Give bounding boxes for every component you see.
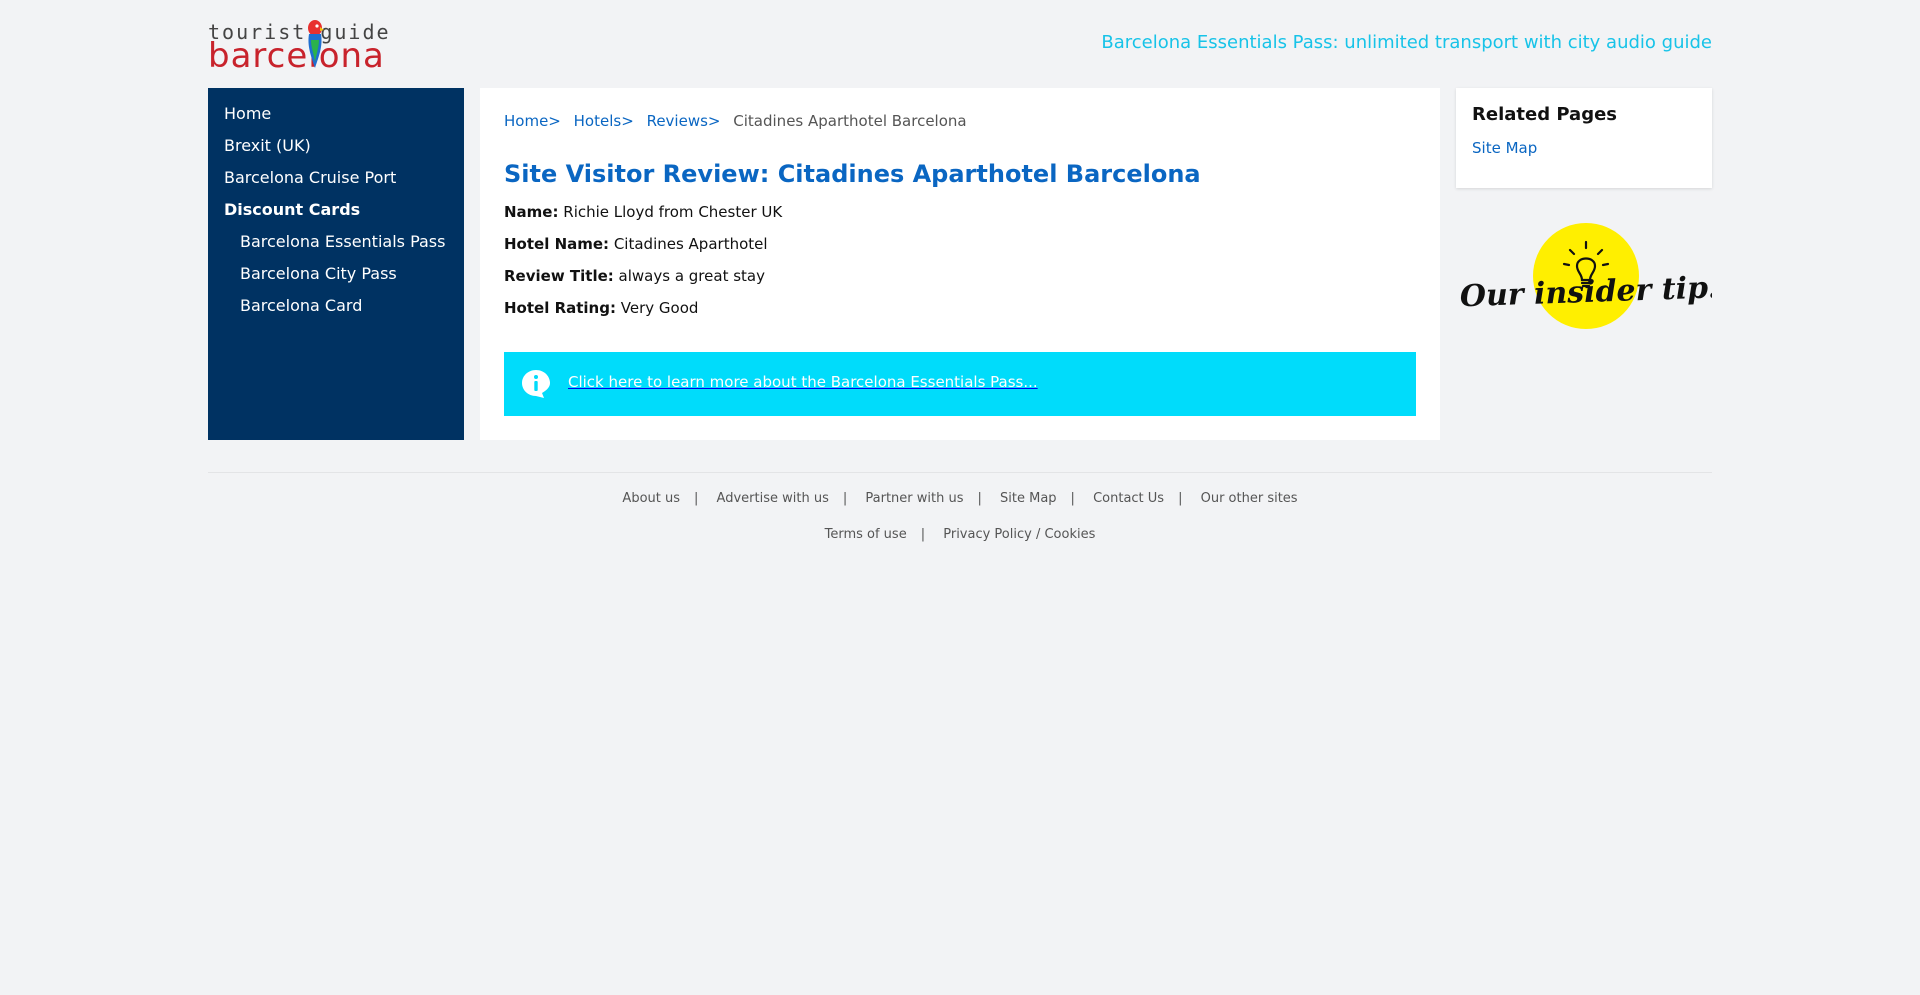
footer-privacy[interactable]: Privacy Policy / Cookies (943, 527, 1095, 542)
breadcrumb: Home> Hotels> Reviews> Citadines Apartho… (504, 112, 1416, 132)
site-header: tourist guide barcelona Barcelona Essent… (208, 16, 1712, 76)
breadcrumb-separator: > (621, 112, 634, 130)
info-icon (522, 370, 550, 398)
footer-other-sites[interactable]: Our other sites (1201, 491, 1298, 506)
sidebar-item-discount-cards[interactable]: Discount Cards (208, 200, 464, 232)
footer-site-map[interactable]: Site Map (1000, 491, 1057, 506)
footer-divider (208, 472, 1712, 473)
footer-links-secondary: Terms of use | Privacy Policy / Cookies (0, 527, 1920, 542)
sidebar-item-barcelona-card[interactable]: Barcelona Card (208, 296, 464, 328)
footer-links-primary: About us | Advertise with us | Partner wit… (0, 491, 1920, 506)
field-label: Review Title: (504, 267, 614, 285)
essentials-pass-promo-link[interactable]: Barcelona Essentials Pass: unlimited tra… (1101, 32, 1712, 53)
breadcrumb-reviews[interactable]: Reviews (647, 112, 708, 130)
sidebar-nav: Home Brexit (UK) Barcelona Cruise Port D… (208, 88, 464, 440)
review-field-name: Name: Richie Lloyd from Chester UK (504, 202, 1416, 234)
review-field-hotel-name: Hotel Name: Citadines Aparthotel (504, 234, 1416, 266)
sidebar-item-brexit[interactable]: Brexit (UK) (208, 136, 464, 168)
breadcrumb-separator: > (707, 112, 721, 130)
related-pages-title: Related Pages (1472, 104, 1618, 125)
footer-separator: | (1070, 491, 1075, 506)
footer-partner[interactable]: Partner with us (865, 491, 963, 506)
breadcrumb-separator: > (548, 112, 561, 130)
footer-separator: | (977, 491, 982, 506)
footer-separator: | (1178, 491, 1183, 506)
field-value: Citadines Aparthotel (613, 235, 768, 253)
related-pages-card: Related Pages Site Map (1456, 88, 1712, 188)
main-content: Home> Hotels> Reviews> Citadines Apartho… (480, 88, 1440, 440)
breadcrumb-hotels[interactable]: Hotels (574, 112, 622, 130)
parrot-icon (308, 20, 324, 68)
related-site-map-link[interactable]: Site Map (1472, 139, 1696, 157)
field-value: Richie Lloyd from Chester UK (563, 203, 783, 221)
sidebar-item-essentials-pass[interactable]: Barcelona Essentials Pass (208, 232, 464, 264)
footer-advertise[interactable]: Advertise with us (717, 491, 829, 506)
footer-separator: | (694, 491, 699, 506)
footer-about-us[interactable]: About us (622, 491, 680, 506)
field-value: always a great stay (618, 267, 765, 285)
review-details: Name: Richie Lloyd from Chester UK Hotel… (504, 202, 1416, 330)
sidebar-item-home[interactable]: Home (208, 104, 464, 136)
breadcrumb-current: Citadines Aparthotel Barcelona (733, 112, 967, 130)
field-value: Very Good (620, 299, 699, 317)
review-field-title: Review Title: always a great stay (504, 266, 1416, 298)
footer-separator: | (920, 527, 926, 542)
footer-contact-us[interactable]: Contact Us (1093, 491, 1164, 506)
page-title: Site Visitor Review: Citadines Aparthote… (504, 160, 1201, 188)
logo-text-bottom: barcelona (208, 36, 385, 76)
info-banner-text: Click here to learn more about the Barce… (568, 373, 1038, 391)
breadcrumb-home[interactable]: Home (504, 112, 548, 130)
sidebar-item-cruise-port[interactable]: Barcelona Cruise Port (208, 168, 464, 200)
field-label: Name: (504, 203, 559, 221)
field-label: Hotel Rating: (504, 299, 616, 317)
sidebar-item-city-pass[interactable]: Barcelona City Pass (208, 264, 464, 296)
footer-terms[interactable]: Terms of use (825, 527, 907, 542)
insider-tip-image[interactable]: Our insider tip! (1456, 220, 1722, 330)
field-label: Hotel Name: (504, 235, 610, 253)
footer-separator: | (842, 491, 848, 506)
essentials-pass-info-banner[interactable]: Click here to learn more about the Barce… (504, 352, 1416, 416)
insider-tip-text: Our insider tip! (1459, 270, 1712, 314)
review-field-rating: Hotel Rating: Very Good (504, 298, 1416, 330)
site-logo[interactable]: tourist guide barcelona (208, 16, 392, 76)
lightbulb-icon: Our insider tip! (1459, 223, 1722, 329)
